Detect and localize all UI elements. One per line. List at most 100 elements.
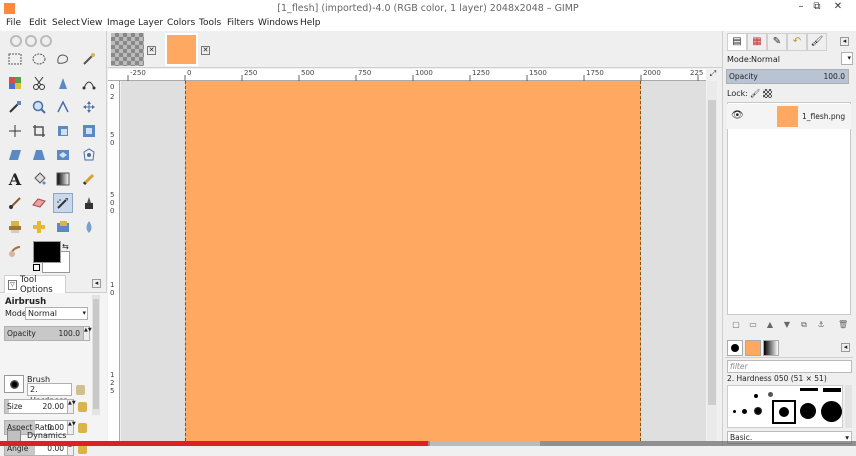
brush-swatch-selected[interactable] xyxy=(772,400,796,424)
pencil-icon[interactable] xyxy=(79,169,99,189)
new-layer-group-icon[interactable]: ▭ xyxy=(748,320,758,330)
aspect-reset-icon[interactable] xyxy=(78,423,87,433)
layer-thumbnail[interactable] xyxy=(777,106,798,127)
tab-paths[interactable]: ✎ xyxy=(767,33,787,51)
tab-menu-icon[interactable]: ◂ xyxy=(92,279,101,288)
paintbrush-icon[interactable] xyxy=(5,193,25,213)
brush-preview[interactable] xyxy=(4,375,24,393)
tab-gradients[interactable] xyxy=(763,340,779,356)
rotate-icon[interactable] xyxy=(53,121,73,141)
blur-icon[interactable] xyxy=(79,217,99,237)
image-tab-thumbnail-transparent[interactable] xyxy=(111,33,144,66)
brush-swatch[interactable] xyxy=(800,388,818,391)
brush-grid-scrollbar[interactable] xyxy=(845,385,852,428)
select-by-color-icon[interactable] xyxy=(5,73,25,93)
swap-colors-icon[interactable]: ⇆ xyxy=(62,242,69,251)
brush-name-field[interactable]: 2. Hardness 05 xyxy=(27,383,72,416)
zoom-icon[interactable] xyxy=(29,97,49,117)
menu-filters[interactable]: Filters xyxy=(227,18,254,28)
brush-filter-input[interactable]: filter xyxy=(727,360,852,373)
image-canvas[interactable] xyxy=(185,81,641,441)
tab-undo-history[interactable]: ↶ xyxy=(787,33,807,51)
brush-swatch[interactable] xyxy=(821,401,842,422)
clone-icon[interactable] xyxy=(5,217,25,237)
size-stepper[interactable]: ▲▼ xyxy=(67,399,76,414)
brush-swatch[interactable] xyxy=(742,409,747,414)
menu-tools[interactable]: Tools xyxy=(199,18,221,28)
lock-pixels-icon[interactable]: 🖌 xyxy=(750,89,760,98)
brush-grid[interactable] xyxy=(727,385,843,428)
brush-swatch[interactable] xyxy=(800,403,816,419)
opacity-stepper[interactable]: ▲▼ xyxy=(83,326,92,341)
brush-swatch[interactable] xyxy=(823,388,841,392)
flip-icon[interactable] xyxy=(53,145,73,165)
tab-brushes[interactable]: 🖌 xyxy=(807,33,827,51)
foreground-color-swatch[interactable] xyxy=(33,241,61,263)
close-image-tab-icon[interactable]: ✕ xyxy=(147,46,156,55)
bucket-fill-icon[interactable] xyxy=(29,169,49,189)
minimize-button[interactable]: – xyxy=(794,1,808,13)
ink-icon[interactable] xyxy=(79,193,99,213)
default-colors-icon[interactable] xyxy=(33,264,40,271)
heal-icon[interactable] xyxy=(29,217,49,237)
menu-image[interactable]: Image xyxy=(107,18,135,28)
edit-brush-icon[interactable] xyxy=(76,385,85,395)
brushes-menu-icon[interactable]: ◂ xyxy=(841,343,850,352)
tab-tool-options[interactable]: ▽ Tool Options xyxy=(4,275,66,295)
aspect-ratio-stepper[interactable]: ▲▼ xyxy=(67,420,76,435)
lock-alpha-icon[interactable] xyxy=(763,89,772,98)
measure-icon[interactable] xyxy=(53,97,73,117)
scissors-select-icon[interactable] xyxy=(29,73,49,93)
tab-channels[interactable]: ▦ xyxy=(747,33,767,51)
anchor-layer-icon[interactable]: ⚓ xyxy=(816,320,826,330)
text-tool-icon[interactable]: A xyxy=(5,169,25,189)
opacity-spin[interactable]: Opacity 100.0 xyxy=(4,326,84,341)
brush-swatch[interactable] xyxy=(768,392,773,397)
perspective-icon[interactable] xyxy=(29,145,49,165)
tab-layers[interactable]: ▤ xyxy=(727,33,747,51)
eraser-icon[interactable] xyxy=(29,193,49,213)
size-spin[interactable]: Size 20.00 xyxy=(4,399,68,414)
blend-icon[interactable] xyxy=(53,169,73,189)
image-tab-thumbnail-flesh[interactable] xyxy=(165,33,198,66)
navigate-icon[interactable]: ⤢ xyxy=(707,69,719,81)
move-icon[interactable] xyxy=(79,97,99,117)
color-picker-icon[interactable] xyxy=(5,97,25,117)
cage-transform-icon[interactable] xyxy=(79,145,99,165)
lower-layer-icon[interactable]: ▼ xyxy=(782,320,792,330)
free-select-icon[interactable] xyxy=(53,49,73,69)
menu-file[interactable]: File xyxy=(6,18,21,28)
rect-select-icon[interactable] xyxy=(5,49,25,69)
menu-view[interactable]: View xyxy=(81,18,102,28)
dock-menu-icon[interactable]: ◂ xyxy=(840,37,849,46)
new-layer-icon[interactable]: ▢ xyxy=(731,320,741,330)
shear-icon[interactable] xyxy=(5,145,25,165)
tab-patterns[interactable] xyxy=(745,340,761,356)
size-reset-icon[interactable] xyxy=(78,402,87,412)
video-progress-fill[interactable] xyxy=(0,441,428,446)
airbrush-icon[interactable] xyxy=(53,193,73,213)
vertical-scroll-thumb[interactable] xyxy=(708,100,716,405)
duplicate-layer-icon[interactable]: ⧉ xyxy=(799,320,809,330)
menu-colors[interactable]: Colors xyxy=(167,18,195,28)
paths-tool-icon[interactable] xyxy=(79,73,99,93)
menu-help[interactable]: Help xyxy=(300,18,321,28)
delete-layer-icon[interactable]: 🗑 xyxy=(838,320,848,330)
ellipse-select-icon[interactable] xyxy=(29,49,49,69)
align-icon[interactable] xyxy=(5,121,25,141)
close-button[interactable]: ✕ xyxy=(831,1,845,13)
menu-edit[interactable]: Edit xyxy=(29,18,46,28)
close-image-tab-icon[interactable]: ✕ xyxy=(201,46,210,55)
mode-select[interactable]: Normal ▾ xyxy=(25,307,88,320)
smudge-icon[interactable] xyxy=(5,241,25,261)
foreground-select-icon[interactable] xyxy=(53,73,73,93)
brush-swatch[interactable] xyxy=(754,407,762,415)
layers-mode-dropdown[interactable]: ▾ xyxy=(841,52,853,65)
layer-opacity-spin[interactable]: Opacity 100.0 xyxy=(726,69,849,84)
maximize-button[interactable]: ⧉ xyxy=(810,1,824,13)
raise-layer-icon[interactable]: ▲ xyxy=(765,320,775,330)
eye-visibility-icon[interactable]: 👁 xyxy=(731,110,744,121)
layer-name[interactable]: 1_flesh.png xyxy=(802,112,845,121)
menu-windows[interactable]: Windows xyxy=(258,18,298,28)
perspective-clone-icon[interactable] xyxy=(53,217,73,237)
